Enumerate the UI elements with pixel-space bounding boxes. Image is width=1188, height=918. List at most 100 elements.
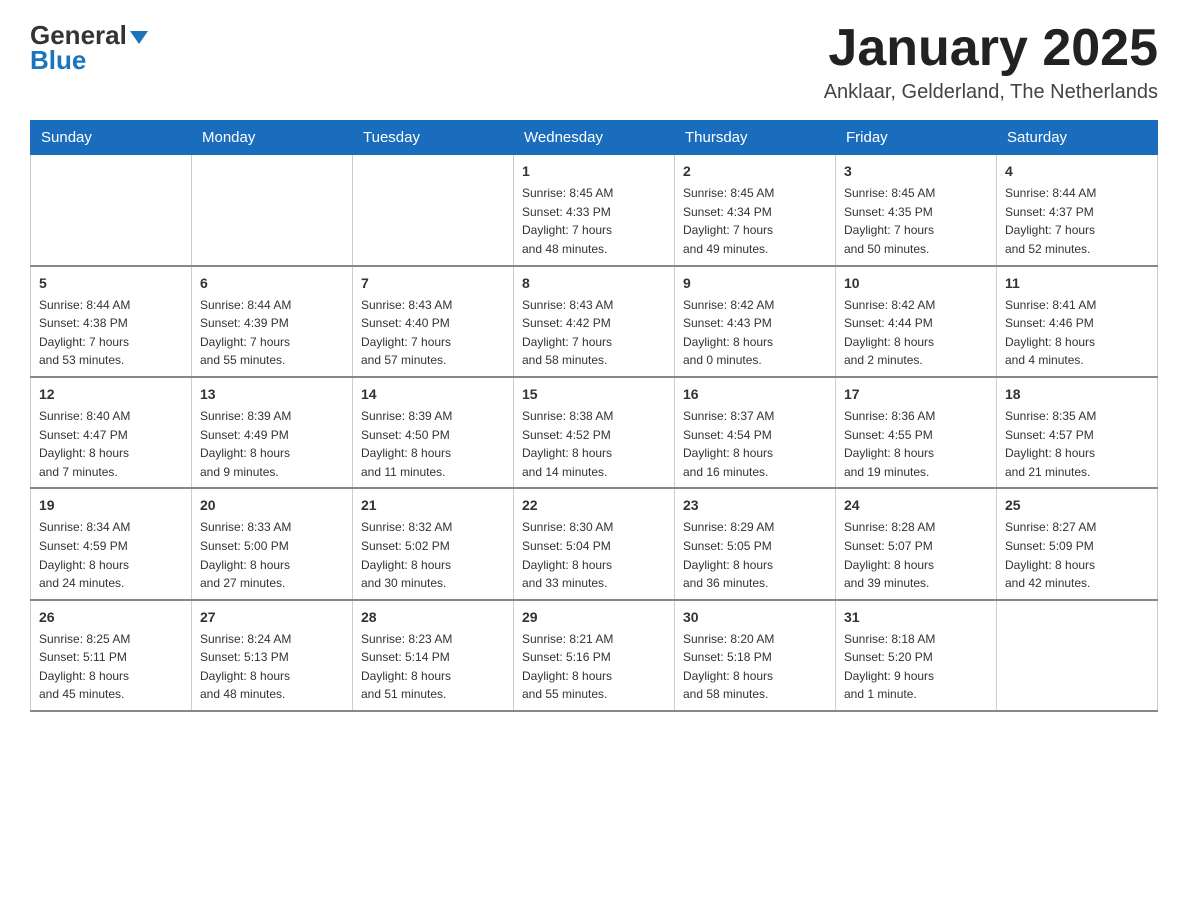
day-info: Sunrise: 8:25 AMSunset: 5:11 PMDaylight:… — [39, 630, 183, 704]
calendar-cell: 29Sunrise: 8:21 AMSunset: 5:16 PMDayligh… — [514, 600, 675, 711]
logo-blue-text: Blue — [30, 45, 86, 76]
days-of-week-row: SundayMondayTuesdayWednesdayThursdayFrid… — [31, 121, 1158, 155]
calendar-cell — [997, 600, 1158, 711]
calendar-cell: 2Sunrise: 8:45 AMSunset: 4:34 PMDaylight… — [675, 155, 836, 266]
day-number: 25 — [1005, 495, 1149, 516]
calendar-cell — [192, 155, 353, 266]
day-number: 11 — [1005, 273, 1149, 294]
day-number: 28 — [361, 607, 505, 628]
calendar-cell: 5Sunrise: 8:44 AMSunset: 4:38 PMDaylight… — [31, 266, 192, 377]
day-info: Sunrise: 8:43 AMSunset: 4:42 PMDaylight:… — [522, 296, 666, 370]
day-info: Sunrise: 8:30 AMSunset: 5:04 PMDaylight:… — [522, 518, 666, 592]
day-number: 30 — [683, 607, 827, 628]
day-number: 17 — [844, 384, 988, 405]
day-number: 15 — [522, 384, 666, 405]
day-info: Sunrise: 8:37 AMSunset: 4:54 PMDaylight:… — [683, 407, 827, 481]
day-info: Sunrise: 8:44 AMSunset: 4:37 PMDaylight:… — [1005, 184, 1149, 258]
calendar-cell: 12Sunrise: 8:40 AMSunset: 4:47 PMDayligh… — [31, 377, 192, 488]
calendar-cell: 21Sunrise: 8:32 AMSunset: 5:02 PMDayligh… — [353, 488, 514, 599]
day-info: Sunrise: 8:33 AMSunset: 5:00 PMDaylight:… — [200, 518, 344, 592]
day-number: 12 — [39, 384, 183, 405]
day-info: Sunrise: 8:36 AMSunset: 4:55 PMDaylight:… — [844, 407, 988, 481]
calendar-week-5: 26Sunrise: 8:25 AMSunset: 5:11 PMDayligh… — [31, 600, 1158, 711]
day-number: 8 — [522, 273, 666, 294]
day-number: 3 — [844, 161, 988, 182]
calendar-cell: 30Sunrise: 8:20 AMSunset: 5:18 PMDayligh… — [675, 600, 836, 711]
day-info: Sunrise: 8:35 AMSunset: 4:57 PMDaylight:… — [1005, 407, 1149, 481]
day-number: 5 — [39, 273, 183, 294]
day-of-week-friday: Friday — [836, 121, 997, 155]
calendar-cell: 25Sunrise: 8:27 AMSunset: 5:09 PMDayligh… — [997, 488, 1158, 599]
day-of-week-monday: Monday — [192, 121, 353, 155]
day-of-week-sunday: Sunday — [31, 121, 192, 155]
day-info: Sunrise: 8:20 AMSunset: 5:18 PMDaylight:… — [683, 630, 827, 704]
calendar-cell: 28Sunrise: 8:23 AMSunset: 5:14 PMDayligh… — [353, 600, 514, 711]
month-title: January 2025 — [824, 20, 1158, 77]
calendar-cell: 17Sunrise: 8:36 AMSunset: 4:55 PMDayligh… — [836, 377, 997, 488]
day-number: 14 — [361, 384, 505, 405]
day-number: 4 — [1005, 161, 1149, 182]
page-header: General Blue January 2025 Anklaar, Gelde… — [30, 20, 1158, 104]
calendar-cell: 9Sunrise: 8:42 AMSunset: 4:43 PMDaylight… — [675, 266, 836, 377]
calendar-cell: 31Sunrise: 8:18 AMSunset: 5:20 PMDayligh… — [836, 600, 997, 711]
calendar-cell: 13Sunrise: 8:39 AMSunset: 4:49 PMDayligh… — [192, 377, 353, 488]
day-info: Sunrise: 8:38 AMSunset: 4:52 PMDaylight:… — [522, 407, 666, 481]
calendar-cell: 4Sunrise: 8:44 AMSunset: 4:37 PMDaylight… — [997, 155, 1158, 266]
day-info: Sunrise: 8:42 AMSunset: 4:44 PMDaylight:… — [844, 296, 988, 370]
day-number: 16 — [683, 384, 827, 405]
calendar-week-4: 19Sunrise: 8:34 AMSunset: 4:59 PMDayligh… — [31, 488, 1158, 599]
day-info: Sunrise: 8:42 AMSunset: 4:43 PMDaylight:… — [683, 296, 827, 370]
day-number: 2 — [683, 161, 827, 182]
day-info: Sunrise: 8:27 AMSunset: 5:09 PMDaylight:… — [1005, 518, 1149, 592]
day-info: Sunrise: 8:18 AMSunset: 5:20 PMDaylight:… — [844, 630, 988, 704]
day-number: 31 — [844, 607, 988, 628]
day-info: Sunrise: 8:45 AMSunset: 4:33 PMDaylight:… — [522, 184, 666, 258]
logo: General Blue — [30, 20, 148, 76]
calendar-week-2: 5Sunrise: 8:44 AMSunset: 4:38 PMDaylight… — [31, 266, 1158, 377]
calendar-cell: 7Sunrise: 8:43 AMSunset: 4:40 PMDaylight… — [353, 266, 514, 377]
day-number: 23 — [683, 495, 827, 516]
logo-arrow-icon — [130, 31, 148, 44]
day-number: 29 — [522, 607, 666, 628]
day-number: 7 — [361, 273, 505, 294]
day-of-week-thursday: Thursday — [675, 121, 836, 155]
calendar-cell: 15Sunrise: 8:38 AMSunset: 4:52 PMDayligh… — [514, 377, 675, 488]
calendar-header: SundayMondayTuesdayWednesdayThursdayFrid… — [31, 121, 1158, 155]
day-info: Sunrise: 8:21 AMSunset: 5:16 PMDaylight:… — [522, 630, 666, 704]
day-info: Sunrise: 8:39 AMSunset: 4:49 PMDaylight:… — [200, 407, 344, 481]
day-of-week-tuesday: Tuesday — [353, 121, 514, 155]
calendar-cell: 18Sunrise: 8:35 AMSunset: 4:57 PMDayligh… — [997, 377, 1158, 488]
day-number: 18 — [1005, 384, 1149, 405]
day-info: Sunrise: 8:44 AMSunset: 4:39 PMDaylight:… — [200, 296, 344, 370]
day-of-week-wednesday: Wednesday — [514, 121, 675, 155]
day-number: 6 — [200, 273, 344, 294]
calendar-cell: 11Sunrise: 8:41 AMSunset: 4:46 PMDayligh… — [997, 266, 1158, 377]
day-info: Sunrise: 8:45 AMSunset: 4:35 PMDaylight:… — [844, 184, 988, 258]
day-number: 1 — [522, 161, 666, 182]
day-info: Sunrise: 8:32 AMSunset: 5:02 PMDaylight:… — [361, 518, 505, 592]
day-number: 13 — [200, 384, 344, 405]
day-info: Sunrise: 8:28 AMSunset: 5:07 PMDaylight:… — [844, 518, 988, 592]
day-info: Sunrise: 8:34 AMSunset: 4:59 PMDaylight:… — [39, 518, 183, 592]
calendar-cell: 24Sunrise: 8:28 AMSunset: 5:07 PMDayligh… — [836, 488, 997, 599]
day-info: Sunrise: 8:41 AMSunset: 4:46 PMDaylight:… — [1005, 296, 1149, 370]
calendar-week-1: 1Sunrise: 8:45 AMSunset: 4:33 PMDaylight… — [31, 155, 1158, 266]
calendar-cell: 26Sunrise: 8:25 AMSunset: 5:11 PMDayligh… — [31, 600, 192, 711]
calendar-cell: 8Sunrise: 8:43 AMSunset: 4:42 PMDaylight… — [514, 266, 675, 377]
calendar-cell: 22Sunrise: 8:30 AMSunset: 5:04 PMDayligh… — [514, 488, 675, 599]
day-number: 21 — [361, 495, 505, 516]
day-info: Sunrise: 8:29 AMSunset: 5:05 PMDaylight:… — [683, 518, 827, 592]
calendar-cell: 23Sunrise: 8:29 AMSunset: 5:05 PMDayligh… — [675, 488, 836, 599]
day-number: 22 — [522, 495, 666, 516]
calendar-body: 1Sunrise: 8:45 AMSunset: 4:33 PMDaylight… — [31, 155, 1158, 711]
day-info: Sunrise: 8:39 AMSunset: 4:50 PMDaylight:… — [361, 407, 505, 481]
calendar-cell: 10Sunrise: 8:42 AMSunset: 4:44 PMDayligh… — [836, 266, 997, 377]
day-number: 10 — [844, 273, 988, 294]
calendar-cell: 20Sunrise: 8:33 AMSunset: 5:00 PMDayligh… — [192, 488, 353, 599]
day-info: Sunrise: 8:43 AMSunset: 4:40 PMDaylight:… — [361, 296, 505, 370]
day-number: 19 — [39, 495, 183, 516]
day-number: 24 — [844, 495, 988, 516]
day-info: Sunrise: 8:23 AMSunset: 5:14 PMDaylight:… — [361, 630, 505, 704]
calendar-cell: 27Sunrise: 8:24 AMSunset: 5:13 PMDayligh… — [192, 600, 353, 711]
calendar-cell — [31, 155, 192, 266]
